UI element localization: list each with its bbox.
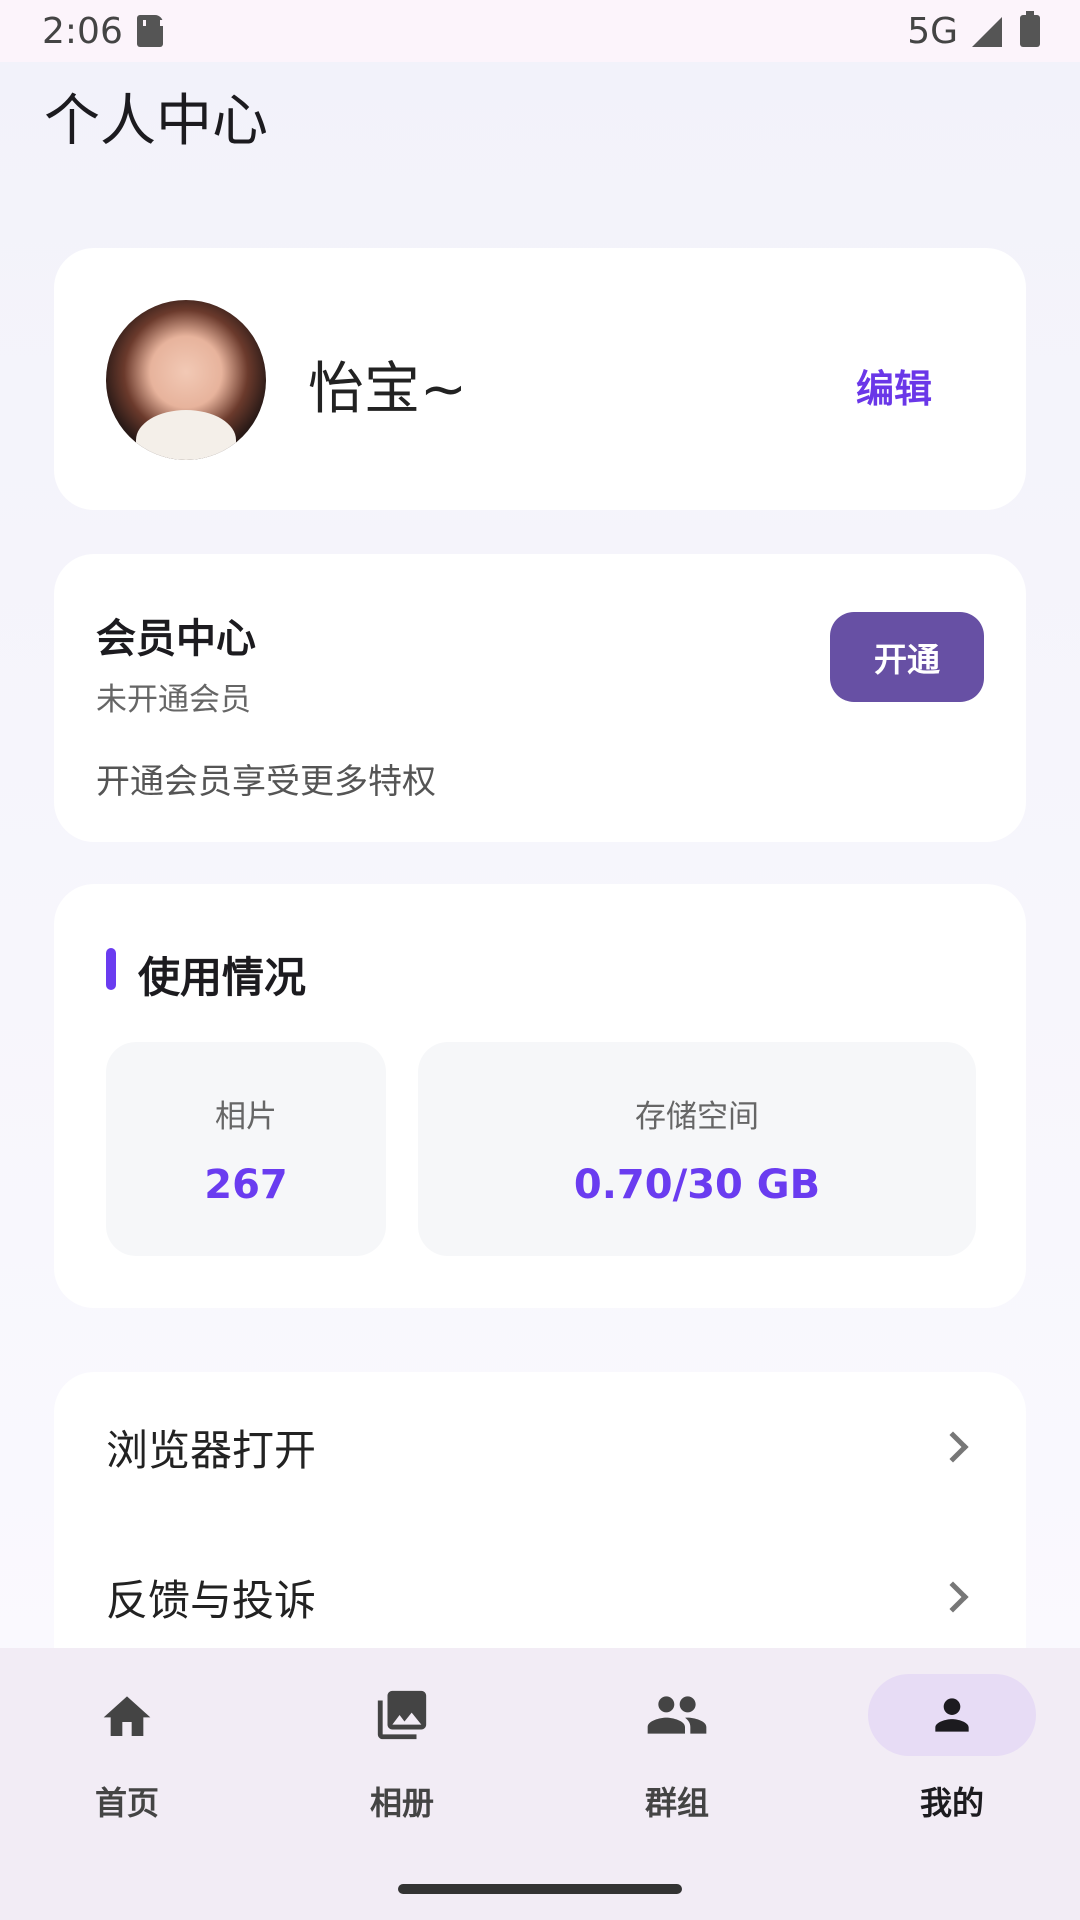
bottom-nav: 首页 相册 群组 我的 xyxy=(0,1648,1080,1920)
nav-item-album[interactable]: 相册 xyxy=(312,1674,492,1824)
chevron-right-icon xyxy=(937,1581,969,1613)
sd-card-icon xyxy=(136,15,163,47)
profile-name: 怡宝~ xyxy=(308,357,467,422)
storage-stat: 存储空间 0.70/30 GB xyxy=(418,1042,976,1256)
menu-item-label: 浏览器打开 xyxy=(106,1425,317,1475)
usage-card: 使用情况 相片 267 存储空间 0.70/30 GB xyxy=(54,884,1026,1308)
membership-title: 会员中心 xyxy=(96,616,256,662)
nav-item-groups[interactable]: 群组 xyxy=(587,1674,767,1824)
nav-icon-wrap xyxy=(43,1674,211,1756)
photo-library-icon xyxy=(377,1690,427,1740)
menu-item-open-in-browser[interactable]: 浏览器打开 xyxy=(54,1372,1026,1522)
person-icon xyxy=(935,1698,969,1732)
gesture-bar[interactable] xyxy=(398,1884,682,1894)
nav-icon-wrap xyxy=(318,1674,486,1756)
avatar[interactable] xyxy=(106,300,266,460)
photos-stat-value: 267 xyxy=(204,1161,288,1208)
open-membership-button[interactable]: 开通 xyxy=(830,612,984,702)
status-bar: 2:06 5G xyxy=(0,0,1080,62)
menu-item-label: 反馈与投诉 xyxy=(106,1575,317,1625)
membership-card: 会员中心 未开通会员 开通会员享受更多特权 开通 xyxy=(54,554,1026,842)
nav-label-groups: 群组 xyxy=(644,1784,709,1822)
edit-profile-button[interactable]: 编辑 xyxy=(856,358,932,413)
page-title: 个人中心 xyxy=(44,89,268,154)
nav-icon-wrap xyxy=(868,1674,1036,1756)
status-time: 2:06 xyxy=(42,10,123,52)
storage-stat-value: 0.70/30 GB xyxy=(573,1161,821,1208)
photos-stat-label: 相片 xyxy=(215,1098,277,1135)
photos-stat: 相片 267 xyxy=(106,1042,386,1256)
status-right: 5G xyxy=(907,11,1040,52)
chevron-right-icon xyxy=(937,1431,969,1463)
menu-list: 浏览器打开 反馈与投诉 xyxy=(54,1372,1026,1672)
membership-description: 开通会员享受更多特权 xyxy=(96,762,436,802)
home-icon xyxy=(103,1696,151,1736)
membership-status: 未开通会员 xyxy=(96,682,251,718)
nav-label-mine: 我的 xyxy=(919,1784,984,1822)
nav-item-home[interactable]: 首页 xyxy=(37,1674,217,1824)
profile-card: 怡宝~ 编辑 xyxy=(54,248,1026,510)
section-accent-bar xyxy=(106,948,116,990)
signal-icon xyxy=(972,15,1006,47)
storage-stat-label: 存储空间 xyxy=(635,1098,759,1135)
nav-label-album: 相册 xyxy=(369,1784,434,1822)
nav-item-mine[interactable]: 我的 xyxy=(862,1674,1042,1824)
nav-label-home: 首页 xyxy=(94,1784,159,1822)
battery-icon xyxy=(1020,11,1040,47)
nav-icon-wrap xyxy=(593,1674,761,1756)
status-left: 2:06 xyxy=(42,11,163,52)
network-type: 5G xyxy=(907,10,958,52)
usage-title: 使用情况 xyxy=(138,953,307,1002)
group-icon xyxy=(647,1696,707,1734)
